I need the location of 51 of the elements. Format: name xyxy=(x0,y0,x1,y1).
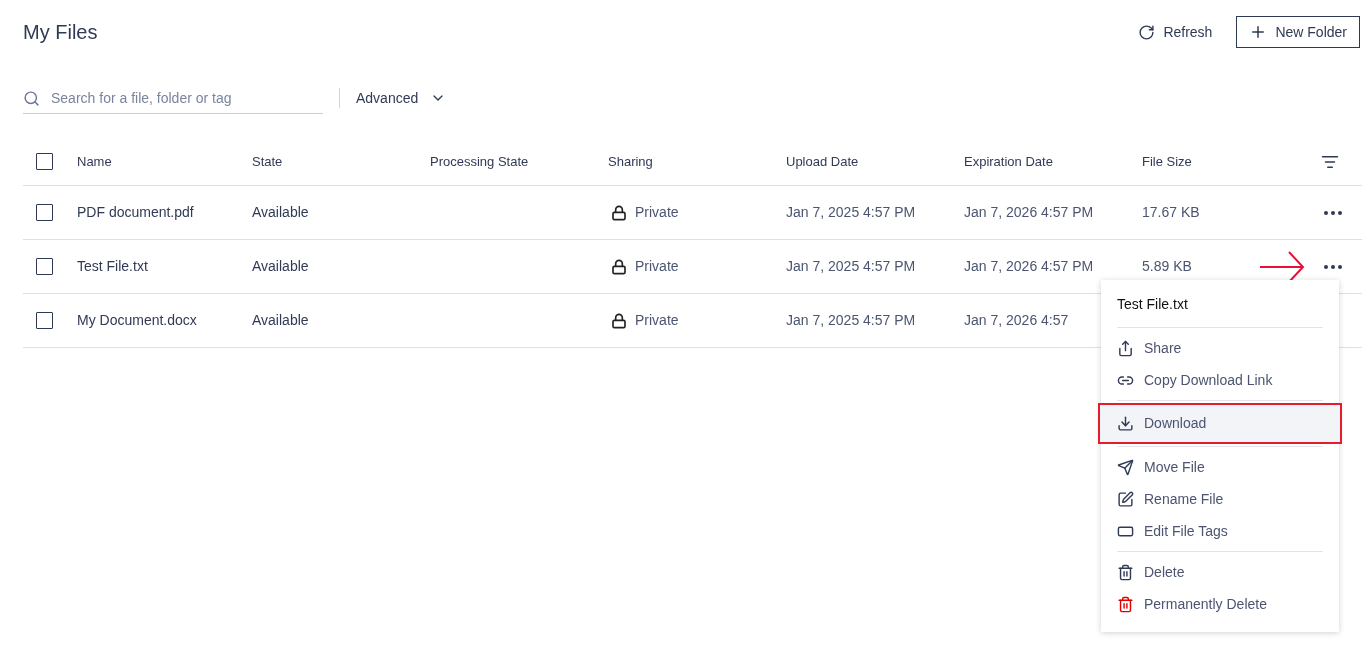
table-cell-text: Jan 7, 2026 4:57 PM xyxy=(964,203,1094,222)
file-name[interactable]: Test File.txt xyxy=(77,256,252,277)
menu-item[interactable]: Permanently Delete xyxy=(1101,588,1339,620)
menu-title: Test File.txt xyxy=(1116,295,1189,314)
column-header: File Size xyxy=(1142,152,1193,171)
checkbox[interactable] xyxy=(36,153,53,170)
table-cell-text: Jan 7, 2025 4:57 PM xyxy=(786,257,917,276)
table-cell-text: Private xyxy=(635,311,679,330)
table-cell-text: 5.89 KB xyxy=(1142,257,1193,276)
column-header: Sharing xyxy=(608,152,654,171)
table-cell-text: Available xyxy=(252,311,310,330)
menu-item[interactable]: Download xyxy=(1100,405,1340,442)
menu-item[interactable]: Share xyxy=(1101,332,1339,364)
advanced-dropdown[interactable]: Advanced xyxy=(356,87,447,109)
lock-icon xyxy=(611,258,627,275)
menu-item[interactable]: Rename File xyxy=(1101,483,1339,515)
lock-icon xyxy=(611,312,627,329)
more-options-button[interactable] xyxy=(1324,264,1342,269)
table-cell-text: Jan 7, 2026 4:57 xyxy=(964,311,1069,330)
column-header: State xyxy=(252,152,284,171)
checkbox[interactable] xyxy=(36,312,53,329)
table-cell-text: 17.67 KB xyxy=(1142,203,1201,222)
file-name[interactable]: My Document.docx xyxy=(77,310,252,331)
table-cell-text: Private xyxy=(635,257,679,276)
more-options-button[interactable] xyxy=(1324,210,1342,215)
more-icon xyxy=(1324,264,1342,269)
menu-item[interactable]: Delete xyxy=(1101,556,1339,588)
search-field[interactable]: Search for a file, folder or tag xyxy=(23,82,323,114)
table-cell-text: Jan 7, 2025 4:57 PM xyxy=(786,311,917,330)
refresh-icon xyxy=(1138,23,1156,41)
search-icon xyxy=(23,90,40,107)
column-header: Upload Date xyxy=(786,152,860,171)
menu-item[interactable]: Copy Download Link xyxy=(1101,364,1339,396)
table-cell-text: Jan 7, 2026 4:57 PM xyxy=(964,257,1094,276)
table-cell-text: Jan 7, 2025 4:57 PM xyxy=(786,203,917,222)
page-title: My Files xyxy=(23,20,98,45)
file-name[interactable]: PDF document.pdf xyxy=(77,202,252,223)
lock-icon xyxy=(611,204,627,221)
column-header: Name xyxy=(77,152,113,171)
column-header: Expiration Date xyxy=(964,152,1054,171)
table-cell-text: Private xyxy=(635,203,679,222)
column-header: Processing State xyxy=(430,152,530,171)
table-cell-text: Available xyxy=(252,257,310,276)
menu-item[interactable]: Edit File Tags xyxy=(1101,515,1339,547)
new-folder-button[interactable]: New Folder xyxy=(1236,16,1360,48)
checkbox[interactable] xyxy=(36,204,53,221)
menu-item[interactable]: Move File xyxy=(1101,451,1339,483)
refresh-button[interactable]: Refresh xyxy=(1134,16,1217,48)
table-cell-text: Available xyxy=(252,203,310,222)
more-icon xyxy=(1324,210,1342,215)
checkbox[interactable] xyxy=(36,258,53,275)
